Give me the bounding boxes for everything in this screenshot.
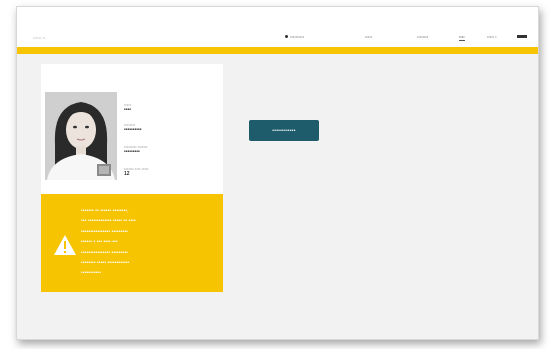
field-value: ••••••••• (124, 149, 140, 155)
field-number: ••••••• •••• ••••• 12 (124, 166, 149, 178)
app-window: •••••• •• •••••••••• ••••• •••••••• ••••… (16, 6, 539, 340)
field-value: •••• (124, 107, 132, 113)
profile-photo (45, 92, 117, 180)
field-value: 12 (124, 171, 130, 177)
top-navigation: •••••• •• •••••••••• ••••• •••••••• ••••… (17, 7, 538, 47)
warning-panel: ••••••• •• •••••• ••••••••, ••• ••••••••… (41, 194, 223, 292)
warning-message: ••••••• •• •••••• ••••••••, ••• ••••••••… (81, 206, 217, 279)
action-button[interactable]: •••••••••••• (249, 120, 319, 141)
warning-line: •••••••••••••••• ••••••••• (81, 228, 128, 235)
brand-logo[interactable]: •••••• •• (33, 35, 45, 40)
field-value: •••••••••• (124, 127, 142, 133)
field-last-name: •••••••• •••••••••• (124, 122, 142, 134)
nav-item-2[interactable]: ••••• (365, 34, 372, 39)
warning-line: •••••• • ••• •••• ••• (81, 239, 118, 246)
warning-line: ••• ••••••••••••• ••••• •• •••• (81, 218, 136, 225)
nav-item-4-active[interactable]: •••• (459, 34, 465, 41)
portrait-image (45, 92, 117, 180)
nav-item-3[interactable]: •••••••• (417, 34, 428, 39)
warning-line: •••••••••••••••• ••••••••• (81, 249, 128, 256)
warning-line: ••••••• •• •••••• ••••••••, (81, 208, 129, 214)
field-id-number: ••••••••• ••••••• ••••••••• (124, 144, 148, 156)
accent-bar (17, 47, 538, 54)
warning-line: ••••••••••• (81, 270, 101, 277)
language-switch[interactable] (517, 35, 527, 38)
nav-item-5[interactable]: ••••• • (487, 34, 497, 39)
nav-item-1-label: •••••••••• (290, 34, 305, 39)
nav-item-1[interactable]: •••••••••• (285, 34, 304, 39)
field-first-name: ••••• •••• (124, 102, 131, 114)
warning-line: •••••••• ••••• •••••••••••• (81, 260, 130, 267)
profile-card: ••••• •••• •••••••• •••••••••• •••••••••… (41, 64, 223, 194)
warning-icon (54, 235, 76, 255)
location-icon (285, 35, 288, 39)
